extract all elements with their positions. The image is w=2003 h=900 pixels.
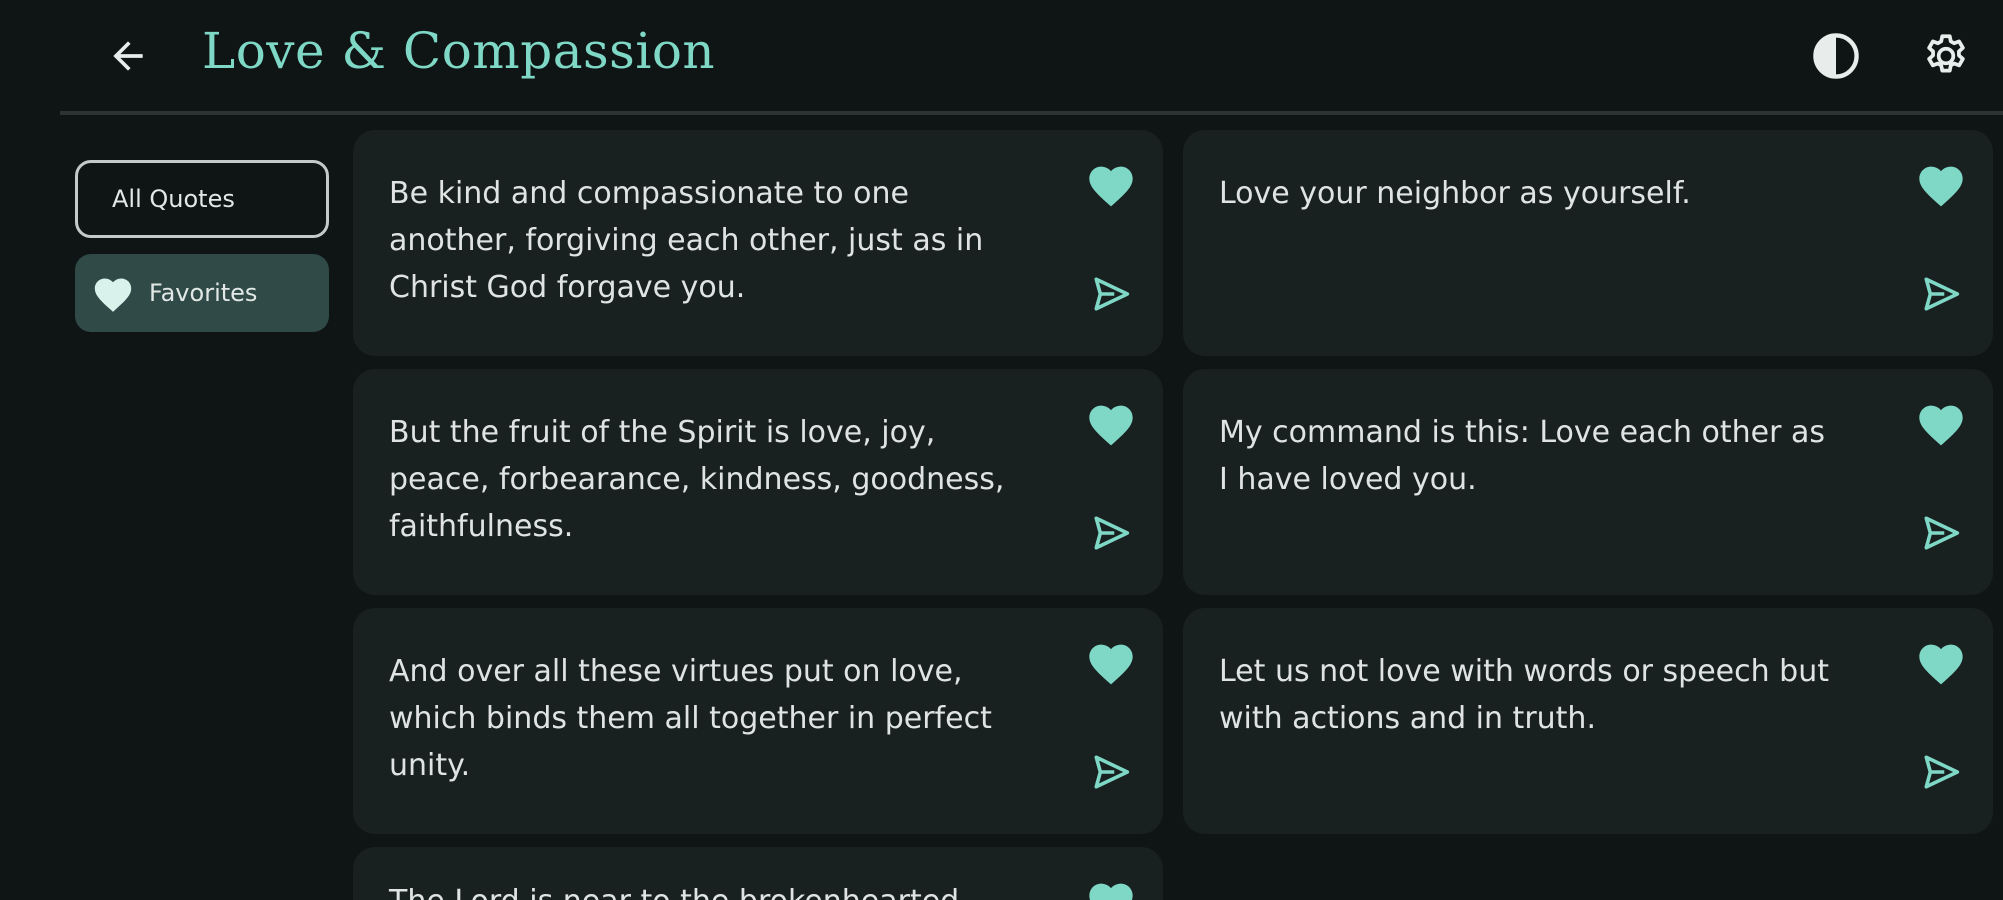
send-icon <box>1921 515 1961 555</box>
all-quotes-button[interactable]: All Quotes <box>75 160 329 238</box>
quote-card: And over all these virtues put on love, … <box>353 608 1163 834</box>
heart-icon <box>1915 638 1967 690</box>
heart-icon <box>1915 399 1967 451</box>
send-icon <box>1921 276 1961 316</box>
quote-card: The Lord is near to the brokenhearted <box>353 847 1163 900</box>
heart-icon <box>1085 399 1137 451</box>
arrow-back-icon <box>106 34 150 82</box>
favorite-button[interactable] <box>1911 395 1971 455</box>
quote-text: Love your neighbor as yourself. <box>1219 176 1691 211</box>
contrast-icon <box>1810 30 1862 86</box>
share-button[interactable] <box>1081 266 1141 326</box>
favorite-button[interactable] <box>1911 634 1971 694</box>
quote-text: Let us not love with words or speech but… <box>1219 654 1829 736</box>
heart-icon <box>1085 160 1137 212</box>
quote-text: Be kind and compassionate to one another… <box>389 176 984 305</box>
quote-card: Let us not love with words or speech but… <box>1183 608 1993 834</box>
heart-icon <box>1085 877 1137 900</box>
heart-icon <box>91 273 135 313</box>
quote-text: But the fruit of the Spirit is love, joy… <box>389 415 1005 544</box>
back-button[interactable] <box>100 30 156 86</box>
send-icon <box>1921 754 1961 794</box>
favorite-button[interactable] <box>1911 156 1971 216</box>
heart-icon <box>1915 160 1967 212</box>
share-button[interactable] <box>1911 505 1971 565</box>
settings-button[interactable] <box>1918 30 1974 86</box>
favorite-button[interactable] <box>1081 634 1141 694</box>
top-app-bar: Love & Compassion <box>0 0 2003 115</box>
theme-toggle-button[interactable] <box>1808 30 1864 86</box>
quote-text: And over all these virtues put on love, … <box>389 654 992 783</box>
share-button[interactable] <box>1081 744 1141 804</box>
favorite-button[interactable] <box>1081 395 1141 455</box>
send-icon <box>1091 276 1131 316</box>
quote-card: But the fruit of the Spirit is love, joy… <box>353 369 1163 595</box>
send-icon <box>1091 754 1131 794</box>
quote-text: The Lord is near to the brokenhearted <box>389 878 1009 900</box>
heart-icon <box>1085 638 1137 690</box>
header-divider <box>60 111 2003 115</box>
app-root: Love & Compassion All Quotes Favorites B… <box>0 0 2003 900</box>
quote-card: My command is this: Love each other as I… <box>1183 369 1993 595</box>
share-button[interactable] <box>1911 744 1971 804</box>
all-quotes-label: All Quotes <box>112 185 235 213</box>
share-button[interactable] <box>1081 505 1141 565</box>
favorite-button[interactable] <box>1081 873 1141 900</box>
quote-card: Be kind and compassionate to one another… <box>353 130 1163 356</box>
send-icon <box>1091 515 1131 555</box>
gear-icon <box>1921 31 1971 85</box>
share-button[interactable] <box>1911 266 1971 326</box>
favorites-label: Favorites <box>149 279 258 307</box>
favorites-button[interactable]: Favorites <box>75 254 329 332</box>
quote-text: My command is this: Love each other as I… <box>1219 415 1825 497</box>
favorite-button[interactable] <box>1081 156 1141 216</box>
filter-sidebar: All Quotes Favorites <box>75 160 329 348</box>
page-title: Love & Compassion <box>202 22 716 80</box>
quote-card: Love your neighbor as yourself. <box>1183 130 1993 356</box>
